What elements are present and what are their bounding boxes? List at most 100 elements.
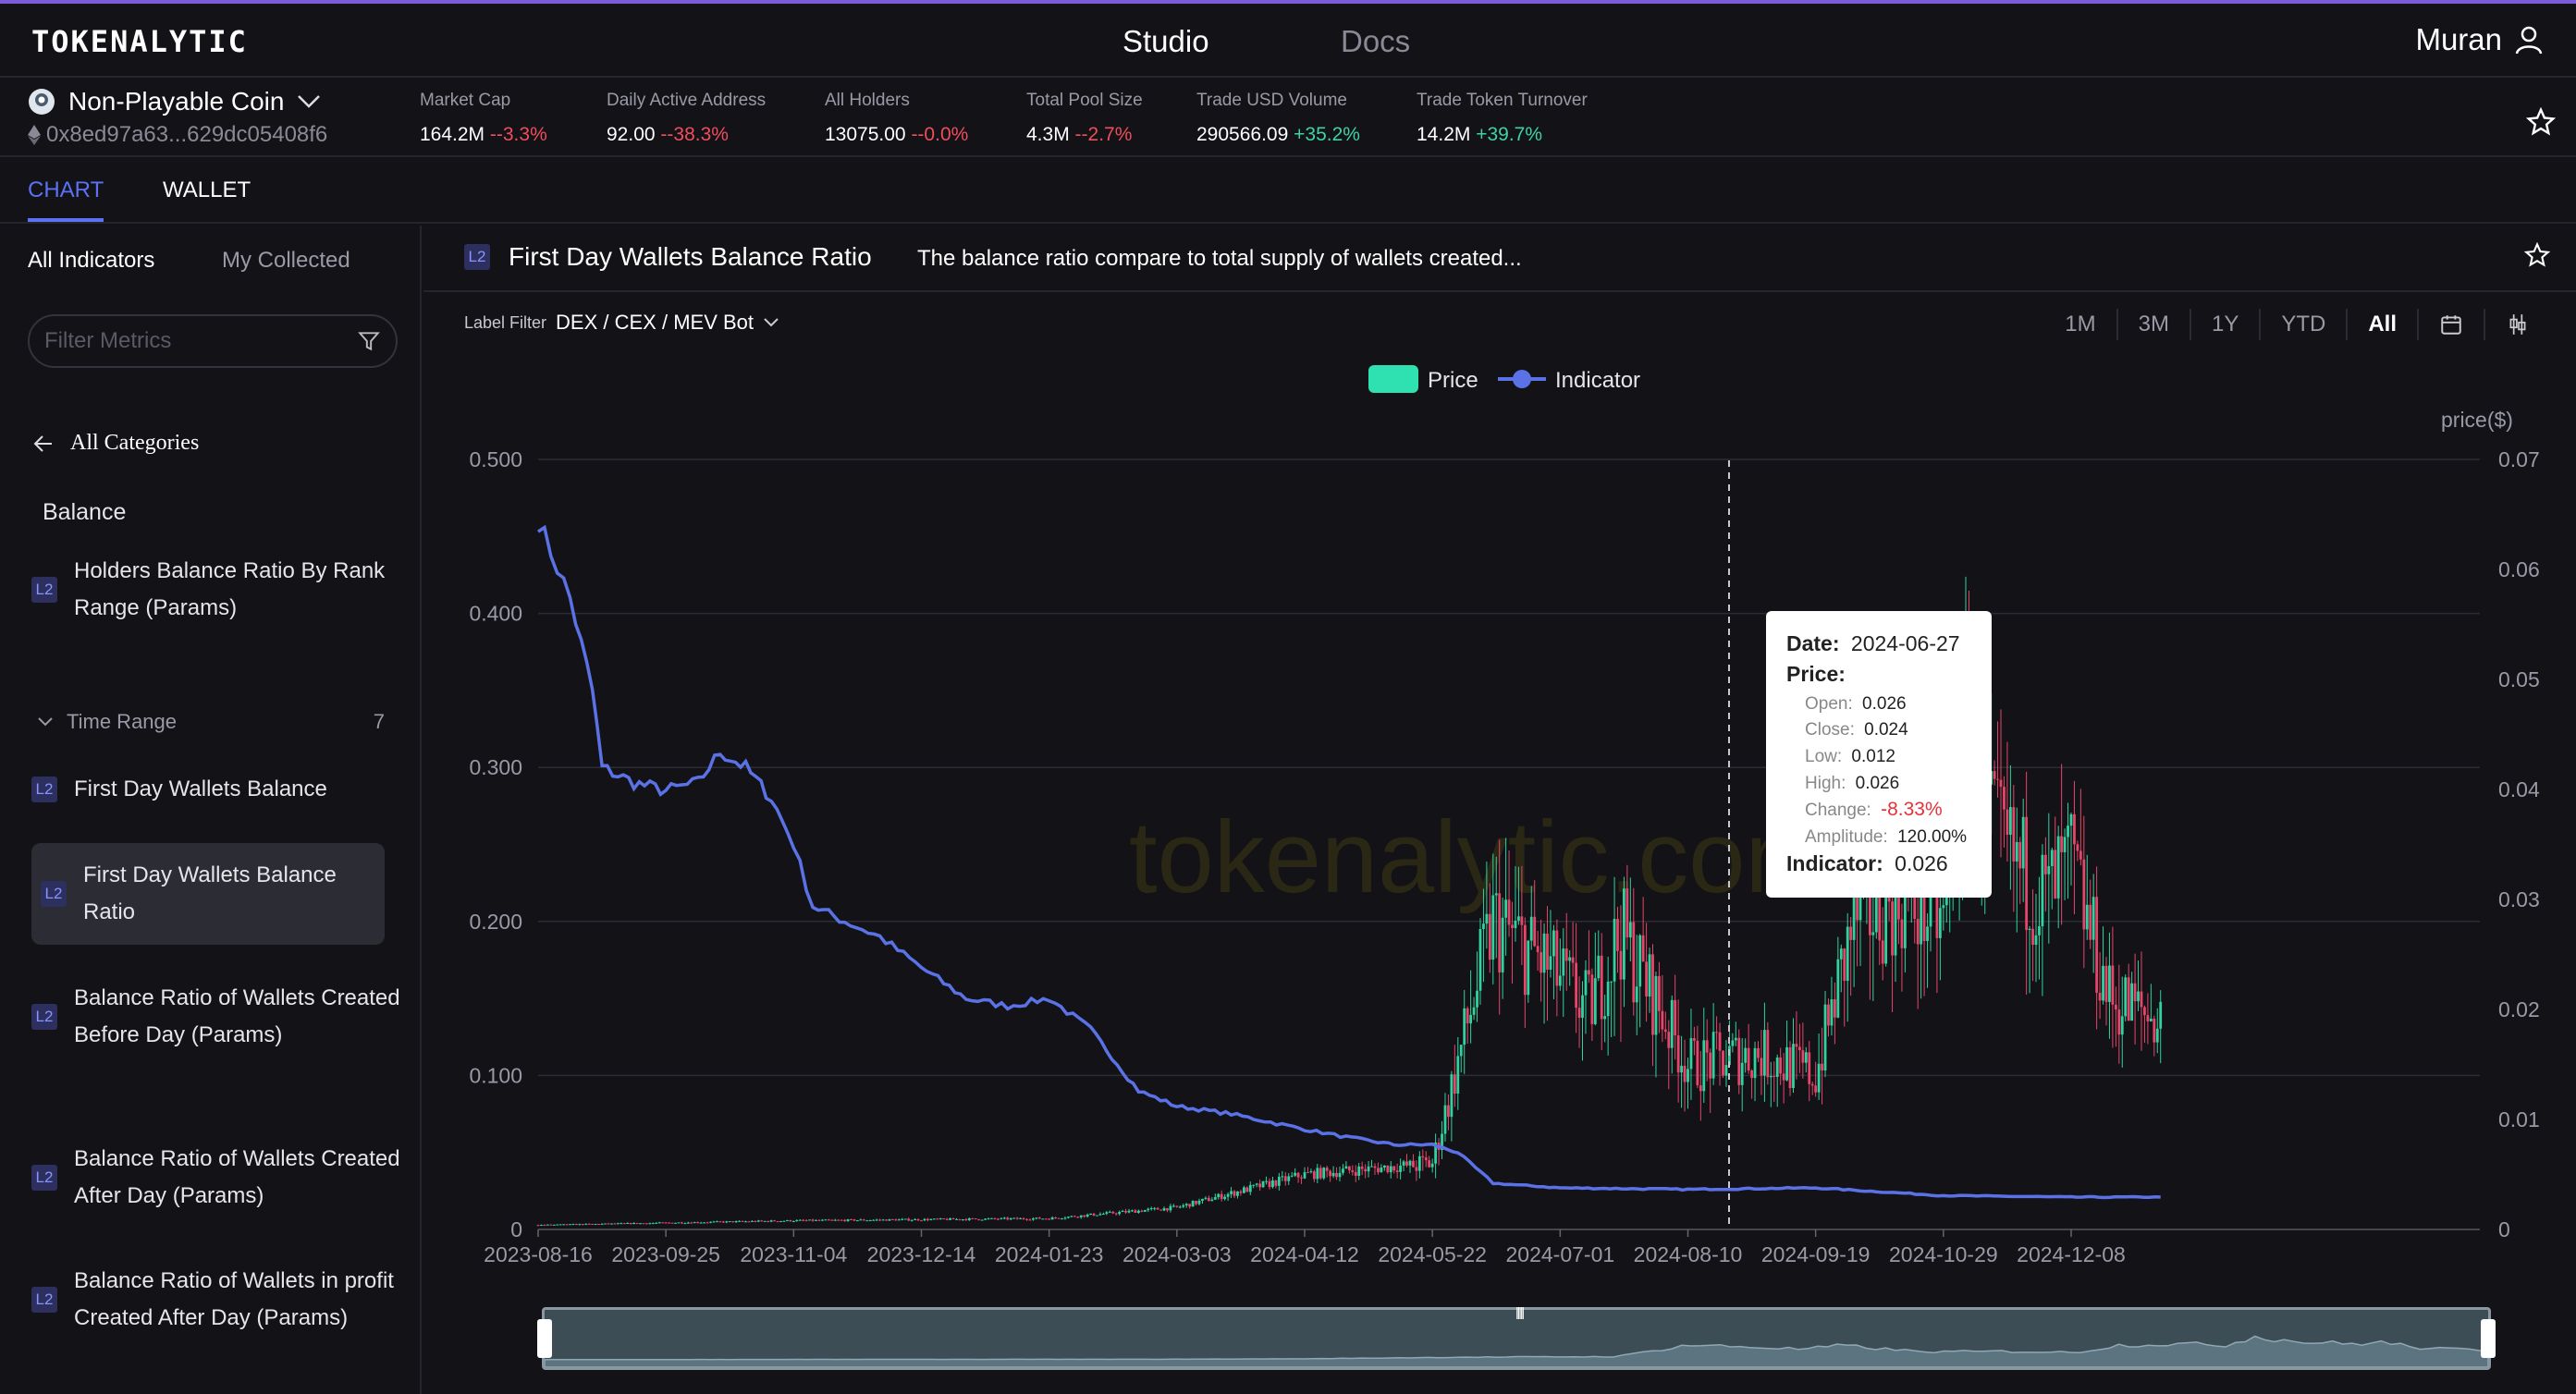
- stat-label: Trade USD Volume: [1196, 91, 1347, 110]
- stat-label: All Holders: [825, 91, 910, 110]
- sidebar-item-holders-balance-ratio[interactable]: L2 Holders Balance Ratio By Rank Range (…: [31, 553, 401, 627]
- calendar-button[interactable]: [2419, 309, 2485, 340]
- tab-underline: [28, 218, 104, 222]
- token-info-bar: Non-Playable Coin 0x8ed97a63...629dc0540…: [0, 79, 2576, 157]
- stat-label: Trade Token Turnover: [1417, 91, 1588, 110]
- stat-change: --38.3%: [660, 124, 729, 145]
- stat-value: 4.3M: [1026, 124, 1070, 145]
- chart-panel: L2 First Day Wallets Balance Ratio The b…: [423, 226, 2576, 1394]
- sidebar-item-label: Balance Ratio of Wallets in profit Creat…: [74, 1268, 394, 1330]
- nav-studio[interactable]: Studio: [1122, 24, 1209, 59]
- sidebar-item-label: Balance Ratio of Wallets Created After D…: [74, 1146, 400, 1208]
- stat-trade-usd-volume: Trade USD Volume 290566.09 +35.2%: [1196, 91, 1360, 146]
- arrow-left-icon: [33, 434, 52, 452]
- calendar-icon: [2441, 315, 2461, 335]
- all-categories-link[interactable]: All Categories: [33, 431, 199, 456]
- stat-daily-active-address: Daily Active Address 92.00 --38.3%: [607, 91, 766, 146]
- stat-change: --2.7%: [1074, 124, 1133, 145]
- logo[interactable]: TOKENALYTIC: [31, 24, 248, 59]
- sidebar-item-first-day-wallets-balance[interactable]: L2 First Day Wallets Balance: [31, 771, 401, 808]
- user-menu[interactable]: Muran: [2415, 22, 2543, 57]
- slider-grip[interactable]: |||||: [1515, 1304, 1525, 1319]
- stat-label: Daily Active Address: [607, 91, 767, 110]
- stat-value: 92.00: [607, 124, 656, 145]
- stat-value: 290566.09: [1196, 124, 1289, 145]
- stat-label: Market Cap: [420, 91, 511, 110]
- coin-logo-icon: [29, 89, 55, 115]
- time-range-label: Time Range: [67, 710, 178, 733]
- filter-metrics-input[interactable]: [44, 328, 357, 354]
- chart-panel-header: L2 First Day Wallets Balance Ratio The b…: [423, 226, 2576, 292]
- slider-handle-left[interactable]: [537, 1319, 552, 1358]
- sidebar-item-balance-ratio-after-day[interactable]: L2 Balance Ratio of Wallets Created Afte…: [31, 1141, 401, 1215]
- stat-market-cap: Market Cap 164.2M --3.3%: [420, 91, 547, 146]
- label-filter-value: DEX / CEX / MEV Bot: [556, 311, 754, 334]
- filter-box: [28, 314, 398, 368]
- coin-name: Non-Playable Coin: [68, 87, 285, 116]
- star-icon[interactable]: [2524, 242, 2550, 268]
- sidebar-item-label: Balance Ratio of Wallets Created Before …: [74, 985, 400, 1047]
- tab-my-collected[interactable]: My Collected: [222, 248, 350, 274]
- chevron-down-icon[interactable]: [297, 94, 321, 109]
- chevron-down-icon: [764, 318, 779, 327]
- range-1y[interactable]: 1Y: [2191, 309, 2262, 340]
- chevron-down-icon: [38, 717, 53, 727]
- chart-settings-button[interactable]: [2485, 309, 2550, 340]
- stat-change: --0.0%: [911, 124, 969, 145]
- star-icon[interactable]: [2526, 107, 2556, 137]
- tab-chart[interactable]: CHART: [28, 177, 104, 203]
- stat-all-holders: All Holders 13075.00 --0.0%: [825, 91, 968, 146]
- range-ytd[interactable]: YTD: [2261, 309, 2349, 340]
- user-name: Muran: [2415, 22, 2502, 56]
- sidebar-item-balance-ratio-in-profit[interactable]: L2 Balance Ratio of Wallets in profit Cr…: [31, 1263, 401, 1337]
- sidebar-item-balance-ratio-before-day[interactable]: L2 Balance Ratio of Wallets Created Befo…: [31, 980, 401, 1054]
- chart-description: The balance ratio compare to total suppl…: [917, 246, 1522, 271]
- stat-value: 14.2M: [1417, 124, 1471, 145]
- l2-badge: L2: [31, 1004, 57, 1030]
- filter-icon[interactable]: [357, 329, 381, 353]
- tab-all-indicators[interactable]: All Indicators: [28, 248, 154, 274]
- l2-badge: L2: [31, 577, 57, 603]
- stat-value: 13075.00: [825, 124, 906, 145]
- slider-handle-right[interactable]: [2481, 1319, 2496, 1358]
- stat-change: +39.7%: [1476, 124, 1543, 145]
- app-header: TOKENALYTIC Studio Docs Muran: [0, 4, 2576, 78]
- stat-change: +35.2%: [1294, 124, 1360, 145]
- sidebar-item-label: First Day Wallets Balance: [74, 776, 327, 801]
- coin-selector[interactable]: Non-Playable Coin 0x8ed97a63...629dc0540…: [28, 87, 327, 148]
- stat-change: --3.3%: [489, 124, 547, 145]
- sidebar-item-label: Holders Balance Ratio By Rank Range (Par…: [74, 558, 386, 620]
- nav-docs[interactable]: Docs: [1341, 24, 1410, 59]
- range-all[interactable]: All: [2348, 309, 2419, 340]
- sidebar-item-label: First Day Wallets Balance Ratio: [83, 862, 337, 924]
- l2-badge: L2: [31, 1165, 57, 1191]
- zoom-slider[interactable]: |||||: [537, 1304, 2496, 1370]
- l2-badge: L2: [464, 244, 490, 270]
- ethereum-icon: [28, 125, 41, 145]
- stat-label: Total Pool Size: [1026, 91, 1143, 110]
- l2-badge: L2: [31, 1287, 57, 1313]
- stat-value: 164.2M: [420, 124, 485, 145]
- stat-total-pool-size: Total Pool Size 4.3M --2.7%: [1026, 91, 1143, 146]
- chart-title: First Day Wallets Balance Ratio: [509, 242, 872, 271]
- label-filter[interactable]: Label Filter DEX / CEX / MEV Bot: [464, 311, 779, 335]
- time-range-group[interactable]: Time Range 7: [37, 710, 385, 734]
- category-balance: Balance: [43, 499, 127, 525]
- user-icon: [2515, 26, 2543, 55]
- time-range-count: 7: [373, 710, 385, 733]
- l2-badge: L2: [41, 881, 67, 907]
- range-selector: 1M 3M 1Y YTD All: [2044, 309, 2550, 340]
- indicator-sidebar: All Indicators My Collected All Categori…: [0, 226, 422, 1394]
- range-3m[interactable]: 3M: [2118, 309, 2191, 340]
- range-1m[interactable]: 1M: [2044, 309, 2118, 340]
- all-categories-label: All Categories: [70, 431, 200, 455]
- sidebar-item-first-day-wallets-balance-ratio[interactable]: L2 First Day Wallets Balance Ratio: [31, 843, 385, 945]
- view-tabs: CHART WALLET: [0, 159, 2576, 224]
- candlestick-settings-icon: [2509, 314, 2526, 335]
- label-filter-label: Label Filter: [464, 312, 547, 332]
- l2-badge: L2: [31, 776, 57, 802]
- stat-trade-token-turnover: Trade Token Turnover 14.2M +39.7%: [1417, 91, 1588, 146]
- coin-address[interactable]: 0x8ed97a63...629dc05408f6: [46, 122, 327, 148]
- tab-wallet[interactable]: WALLET: [163, 177, 251, 203]
- minimap-series: [545, 1335, 2488, 1367]
